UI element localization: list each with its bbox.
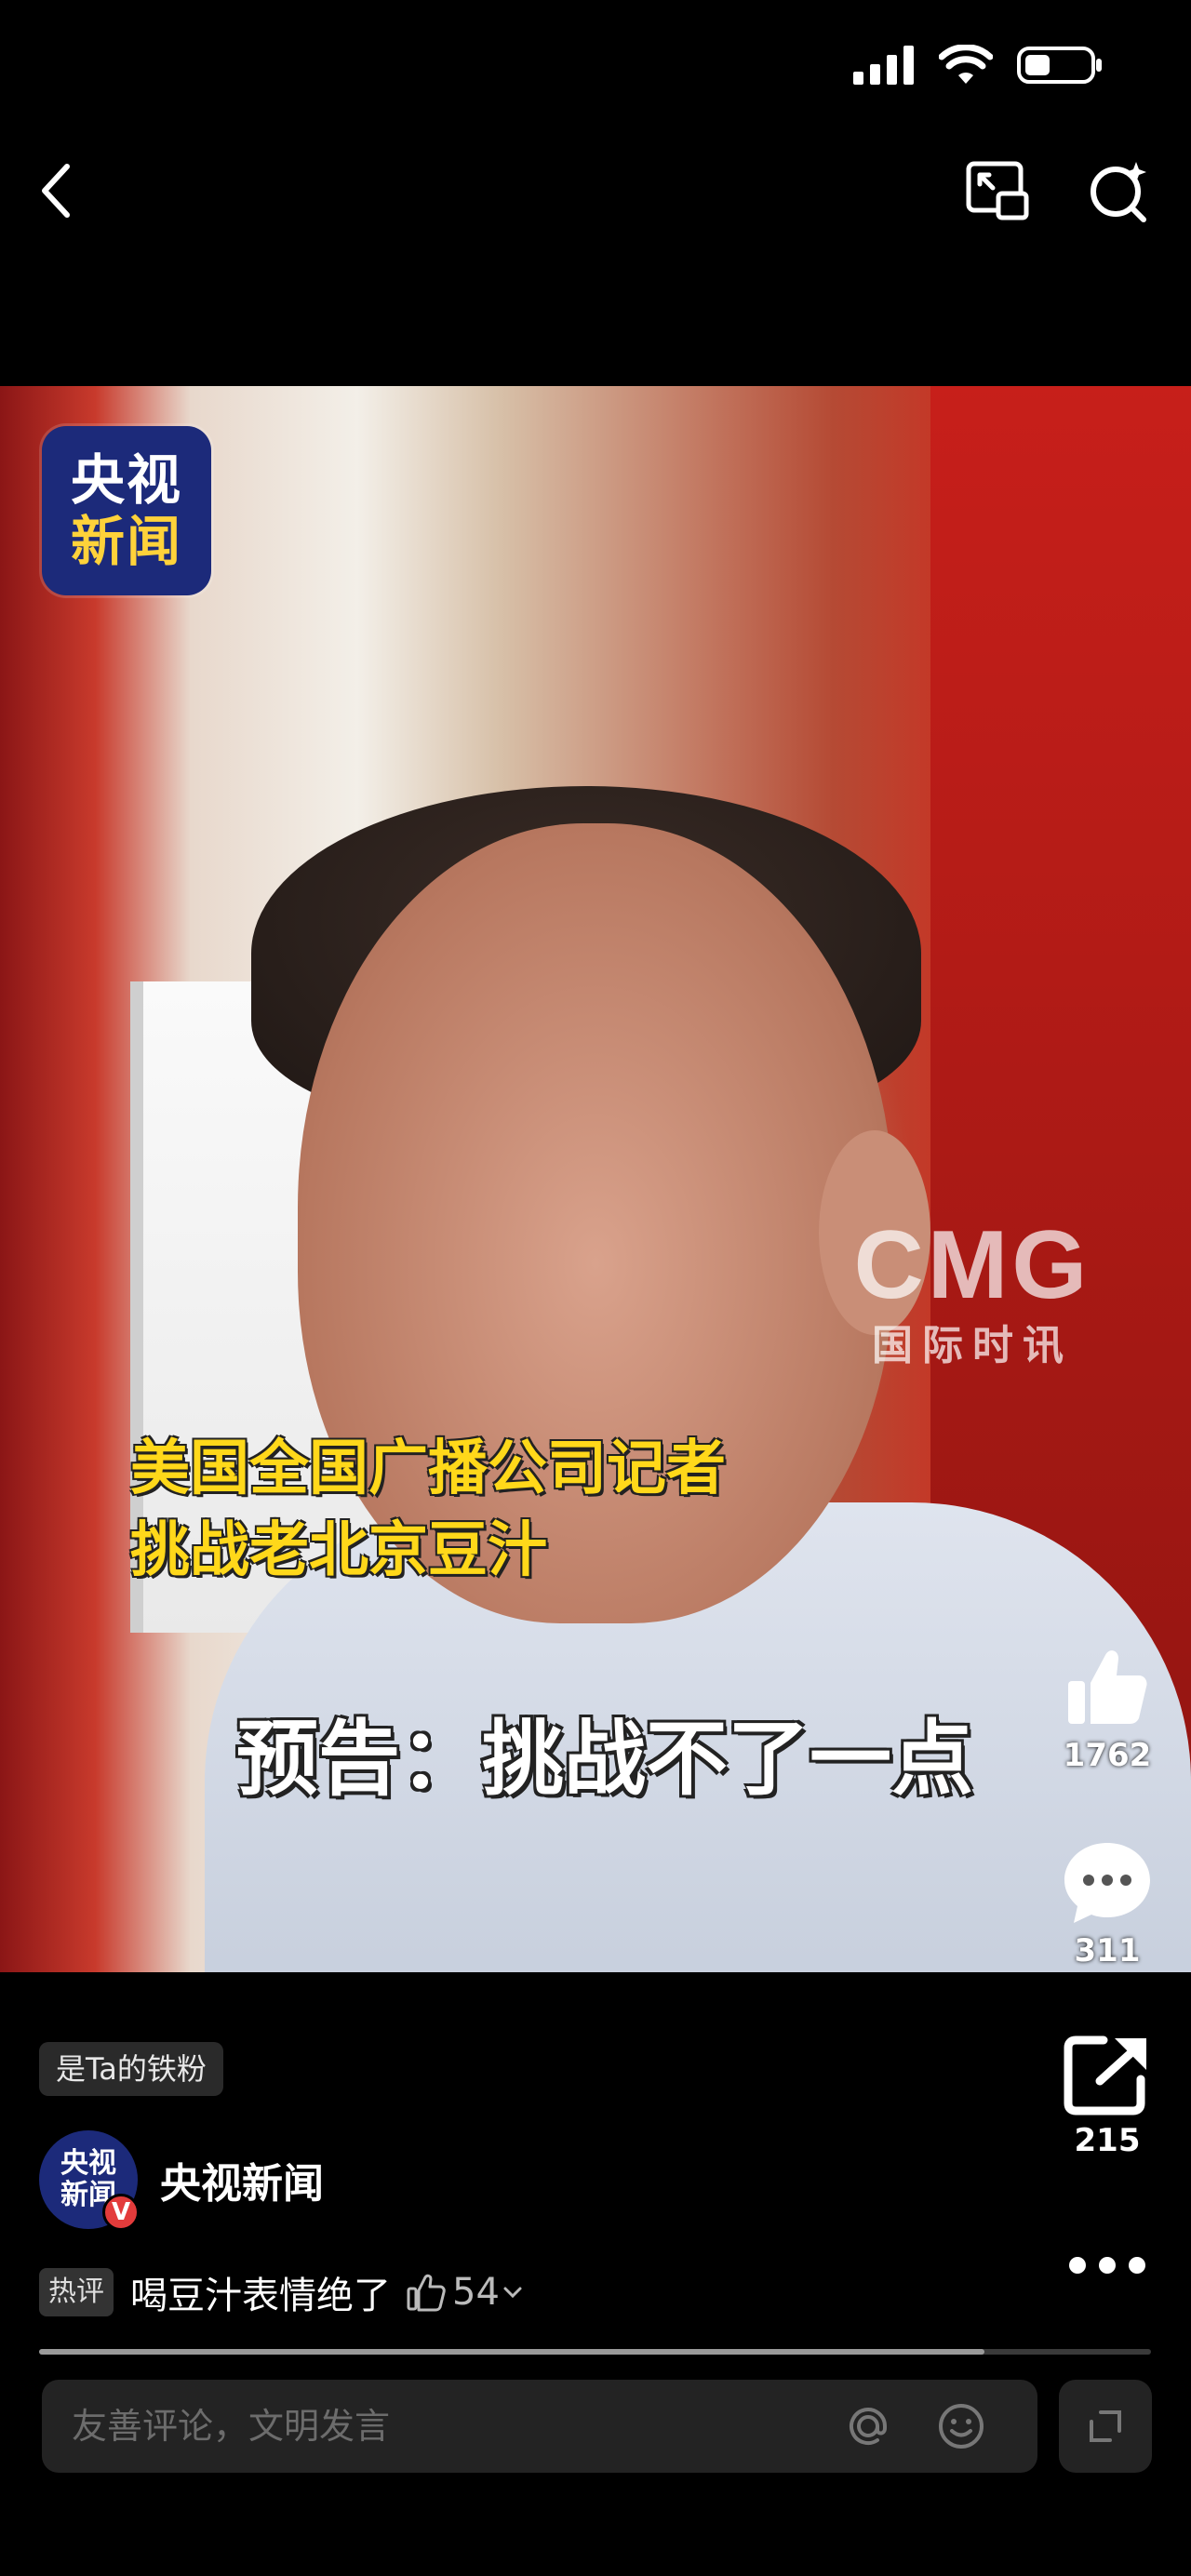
avatar[interactable]: 央视 新闻 V [39,2130,140,2231]
share-button[interactable]: 215 [1051,2033,1163,2159]
hot-comment-like-count: 54 [452,2271,500,2314]
status-icons [853,45,1103,86]
hot-comment-like[interactable]: 54 [406,2271,526,2314]
cctv-news-logo: 央视 新闻 [42,426,211,595]
like-button[interactable]: 1762 [1051,1642,1163,1774]
hot-comment[interactable]: 热评 喝豆汁表情绝了 54 [39,2265,526,2319]
thumbs-up-outline-icon [407,2274,446,2312]
at-icon[interactable] [842,2400,894,2452]
more-dot [1129,2257,1145,2274]
author-row[interactable]: 央视 新闻 V 央视新闻 [39,2130,324,2231]
wifi-icon [939,45,993,84]
hot-comment-tag: 热评 [39,2268,114,2316]
comment-input-placeholder: 友善评论，文明发言 [72,2406,391,2447]
comment-button[interactable]: 311 [1051,1837,1163,1969]
like-count: 1762 [1063,1737,1152,1774]
battery-icon [1017,47,1102,84]
pip-button[interactable] [963,156,1033,226]
caption-line1: 美国全国广播公司记者 [130,1435,726,1503]
share-count: 215 [1074,2122,1141,2159]
picture-in-picture-icon [966,161,1029,220]
chevron-left-icon [42,164,70,218]
share-icon [1064,2035,1146,2116]
more-dot [1069,2257,1086,2274]
back-button[interactable] [28,153,84,228]
caption-line2: 挑战老北京豆汁 [130,1516,547,1585]
status-bar [0,0,1191,140]
chevron-down-icon [503,2287,522,2299]
logo-line1: 央视 [70,448,182,512]
signal-icon [853,46,914,85]
search-icon [1091,162,1146,222]
comment-input[interactable]: 友善评论，文明发言 [42,2380,1037,2473]
fan-badge: 是Ta的铁粉 [39,2042,223,2096]
video-progress-bar[interactable] [39,2349,1151,2355]
comment-bubble-icon [1064,1843,1150,1923]
more-dots-icon[interactable] [1056,2247,1158,2284]
search-button[interactable] [1084,156,1154,226]
expand-icon [1090,2410,1121,2442]
hot-comment-text: 喝豆汁表情绝了 [130,2275,391,2317]
watermark-sub: 国际时讯 [872,1322,1073,1369]
more-dot [1099,2257,1116,2274]
cmg-watermark: CMG 国际时讯 [833,1211,1112,1371]
emoji-icon[interactable] [935,2400,987,2452]
video-subtitle: 预告：挑战不了一点 [235,1711,973,1807]
verified-badge: V [102,2194,140,2231]
video-progress-fill [39,2349,984,2355]
video-caption: 美国全国广播公司记者 挑战老北京豆汁 [130,1428,726,1592]
watermark-main: CMG [853,1211,1091,1319]
author-name[interactable]: 央视新闻 [160,2150,324,2209]
comment-count: 311 [1074,1932,1141,1969]
avatar-line1: 央视 [60,2147,116,2180]
logo-line2: 新闻 [70,510,182,573]
thumbs-up-icon [1068,1650,1147,1724]
expand-button[interactable] [1059,2380,1152,2473]
